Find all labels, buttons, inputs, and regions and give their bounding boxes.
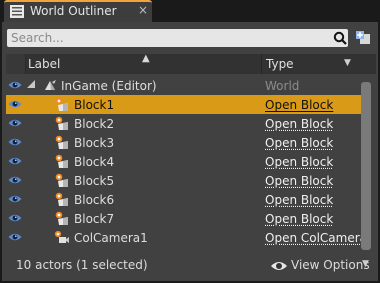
open-type-link[interactable]: Open Block [265,117,361,131]
actor-icon [55,135,68,149]
actor-label: Block2 [74,117,115,131]
open-type-link[interactable]: Open Block [265,212,361,226]
tab-bar: World Outliner × [0,0,380,22]
label-column-header[interactable]: Label [28,57,60,71]
actor-row[interactable]: Block3 Open Block [6,133,361,152]
actor-row[interactable]: Block5 Open Block [6,171,361,190]
actor-row[interactable]: Block7 Open Block [6,209,361,228]
type-column-header[interactable]: Type [266,57,294,71]
visibility-eye-icon[interactable] [8,213,22,223]
actor-label: Block5 [74,174,115,188]
visibility-eye-icon[interactable] [8,232,22,242]
type-text: World [265,79,300,93]
search-input[interactable] [7,29,327,47]
actor-label: Block7 [74,212,115,226]
search-icon[interactable] [333,31,347,45]
column-header: Label ▲ Type ▼ [6,53,376,74]
column-divider[interactable] [261,54,262,74]
status-bar: 10 actors (1 selected) View Options ▼ [6,254,376,278]
sort-ascending-icon: ▲ [142,53,150,64]
visibility-column-header [6,54,26,74]
actor-icon [55,97,68,111]
actor-icon [55,173,68,187]
actor-icon [55,192,68,206]
scrollbar[interactable] [361,82,372,252]
actor-row[interactable]: Block1 Open Block [6,95,361,114]
world-icon [45,80,56,90]
actor-label: Block3 [74,136,115,150]
visibility-eye-icon[interactable] [8,118,22,128]
tab-world-outliner[interactable]: World Outliner × [4,0,152,22]
column-options-icon[interactable]: ▼ [344,58,351,68]
actor-label: Block1 [74,98,115,112]
close-tab-icon[interactable]: × [138,3,148,17]
actor-icon [55,116,68,130]
scrollbar-thumb[interactable] [361,82,371,250]
actor-label: ColCamera1 [74,231,148,245]
world-outliner-panel: Label ▲ Type ▼ InGame (Editor) World Block… [2,22,378,281]
visibility-eye-icon[interactable] [8,80,22,90]
open-type-link[interactable]: Open Block [265,174,361,188]
chevron-down-icon: ▼ [362,259,369,269]
eye-icon [271,262,287,270]
open-type-link[interactable]: Open Block [265,98,361,112]
visibility-eye-icon[interactable] [8,156,22,166]
world-row[interactable]: InGame (Editor) World [6,76,361,95]
camera-icon [54,230,69,243]
visibility-eye-icon[interactable] [8,194,22,204]
actor-row[interactable]: Block4 Open Block [6,152,361,171]
visibility-eye-icon[interactable] [8,99,22,109]
actor-row[interactable]: Block2 Open Block [6,114,361,133]
actor-row[interactable]: ColCamera1 Open ColCamera [6,228,361,247]
view-options-button[interactable]: View Options ▼ [270,256,374,276]
open-type-link[interactable]: Open ColCamera [265,231,361,245]
actor-list: InGame (Editor) World Block1 Open Block Bloc… [6,76,361,250]
actor-icon [55,211,68,225]
visibility-eye-icon[interactable] [8,175,22,185]
search-box [7,29,348,47]
add-actor-filter-icon[interactable] [354,29,372,47]
view-options-label: View Options [291,258,370,272]
tab-title: World Outliner [30,4,117,18]
actor-count-status: 10 actors (1 selected) [16,258,148,272]
actor-row[interactable]: Block6 Open Block [6,190,361,209]
actor-label: Block4 [74,155,115,169]
open-type-link[interactable]: Open Block [265,155,361,169]
open-type-link[interactable]: Open Block [265,136,361,150]
actor-label: InGame (Editor) [61,79,157,93]
outliner-list-icon [10,5,24,18]
collapse-arrow-icon[interactable] [26,79,36,89]
actor-label: Block6 [74,193,115,207]
visibility-eye-icon[interactable] [8,137,22,147]
actor-icon [55,154,68,168]
open-type-link[interactable]: Open Block [265,193,361,207]
